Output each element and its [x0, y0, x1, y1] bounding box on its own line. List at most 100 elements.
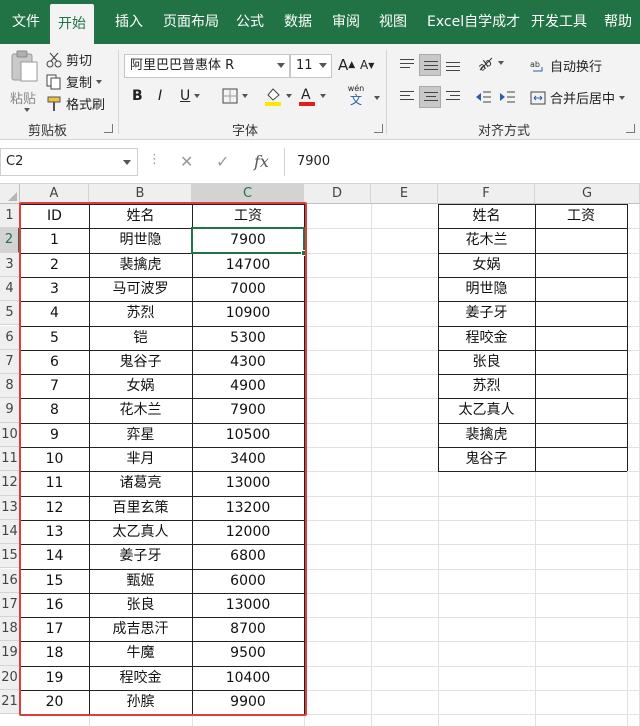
name-box[interactable]: C2 [0, 148, 138, 176]
lookup-name-cell[interactable]: 女娲 [438, 253, 535, 277]
font-size-combo[interactable]: 11 [290, 54, 332, 78]
lookup-name-cell[interactable]: 明世隐 [438, 277, 535, 301]
lookup-salary-cell[interactable] [535, 374, 627, 398]
align-bottom-button[interactable] [442, 54, 464, 76]
align-left-button[interactable] [396, 86, 418, 108]
lookup-name-cell[interactable]: 姜子牙 [438, 301, 535, 325]
merge-center-button[interactable]: 合并后居中 [530, 88, 626, 107]
lookup-name-cell[interactable]: 苏烈 [438, 374, 535, 398]
row-header-20[interactable]: 20 [0, 665, 20, 690]
phonetic-dropdown-icon[interactable] [374, 96, 380, 100]
underline-button[interactable]: U [180, 88, 201, 104]
more-options-icon[interactable]: ⋮ [148, 152, 161, 167]
tab-5[interactable]: 数据 [284, 0, 312, 44]
lookup-salary-cell[interactable] [535, 326, 627, 350]
row-header-8[interactable]: 8 [0, 374, 20, 399]
lookup-name-cell[interactable]: 太乙真人 [438, 398, 535, 422]
tab-0[interactable]: 文件 [12, 0, 40, 44]
increase-font-button[interactable]: A ▲ [338, 56, 355, 74]
lookup-name-cell[interactable]: 张良 [438, 350, 535, 374]
tab-9[interactable]: 开发工具 [531, 0, 587, 44]
row-header-12[interactable]: 12 [0, 471, 20, 496]
row-header-3[interactable]: 3 [0, 252, 20, 277]
lookup-name-cell[interactable]: 花木兰 [438, 228, 535, 252]
font-launcher-icon[interactable] [374, 124, 383, 133]
align-center-button[interactable] [419, 86, 441, 108]
row-header-15[interactable]: 15 [0, 544, 20, 569]
row-header-21[interactable]: 21 [0, 690, 20, 715]
lookup-salary-cell[interactable] [535, 398, 627, 422]
column-header-f[interactable]: F [438, 184, 535, 204]
column-header-c[interactable]: C [192, 184, 304, 204]
font-color-button[interactable]: A [298, 86, 326, 106]
alignment-launcher-icon[interactable] [626, 124, 635, 133]
fill-color-button[interactable] [264, 86, 292, 106]
copy-dropdown-icon[interactable] [96, 79, 103, 84]
wrap-text-button[interactable]: ab 自动换行 [530, 56, 602, 76]
clipboard-launcher-icon[interactable] [104, 124, 113, 133]
format-painter-button[interactable]: 格式刷 [46, 94, 105, 113]
insert-function-icon[interactable]: fx [254, 152, 269, 171]
align-top-button[interactable] [396, 54, 418, 76]
cancel-icon[interactable]: ✕ [180, 152, 193, 171]
row-header-6[interactable]: 6 [0, 325, 20, 350]
font-name-combo[interactable]: 阿里巴巴普惠体 R [124, 54, 290, 78]
paste-button[interactable]: 粘贴 [6, 50, 42, 116]
phonetic-button[interactable]: wén 文 [344, 84, 368, 110]
italic-button[interactable]: I [158, 88, 162, 104]
row-header-17[interactable]: 17 [0, 592, 20, 618]
row-header-13[interactable]: 13 [0, 495, 20, 520]
lookup-salary-cell[interactable] [535, 350, 627, 374]
decrease-font-button[interactable]: A ▼ [360, 58, 374, 72]
increase-indent-button[interactable] [496, 86, 518, 108]
row-header-10[interactable]: 10 [0, 422, 20, 447]
tab-7[interactable]: 视图 [379, 0, 407, 44]
paste-dropdown-icon[interactable] [24, 108, 30, 112]
row-header-1[interactable]: 1 [0, 204, 20, 229]
row-header-18[interactable]: 18 [0, 617, 20, 642]
row-header-4[interactable]: 4 [0, 276, 20, 302]
lookup-salary-cell[interactable] [535, 228, 627, 252]
tab-4[interactable]: 公式 [236, 0, 264, 44]
formula-input[interactable]: 7900 [284, 148, 640, 176]
tab-10[interactable]: 帮助 [604, 0, 632, 44]
tab-1[interactable]: 开始 [50, 4, 94, 44]
borders-button[interactable] [222, 88, 248, 104]
select-all-button[interactable] [0, 184, 20, 204]
tab-8[interactable]: Excel自学成才 [427, 0, 520, 44]
lookup-salary-cell[interactable] [535, 447, 627, 471]
column-header-b[interactable]: B [89, 184, 192, 204]
orientation-button[interactable]: ab [476, 54, 504, 72]
lookup-name-cell[interactable]: 程咬金 [438, 326, 535, 350]
row-header-11[interactable]: 11 [0, 447, 20, 472]
row-header-7[interactable]: 7 [0, 349, 20, 375]
row-header-14[interactable]: 14 [0, 519, 20, 545]
lookup-salary-cell[interactable] [535, 253, 627, 277]
column-header-a[interactable]: A [20, 184, 89, 204]
bold-button[interactable]: B [132, 88, 143, 104]
decrease-indent-button[interactable] [472, 86, 494, 108]
worksheet-grid[interactable]: A B C D E F G 1 2 3 4 5 6 7 8 9 10 11 12 13 14 15 16 17 18 19 20 21… [0, 184, 640, 726]
lookup-salary-cell[interactable] [535, 423, 627, 447]
lookup-header-cell[interactable]: 姓名 [438, 204, 535, 228]
row-header-16[interactable]: 16 [0, 568, 20, 593]
align-middle-button[interactable] [419, 54, 441, 76]
lookup-salary-cell[interactable] [535, 277, 627, 301]
lookup-name-cell[interactable]: 裴擒虎 [438, 423, 535, 447]
row-header-2[interactable]: 2 [0, 228, 20, 253]
copy-button[interactable]: 复制 [46, 72, 103, 91]
row-header-19[interactable]: 19 [0, 641, 20, 666]
row-header-5[interactable]: 5 [0, 301, 20, 326]
column-header-e[interactable]: E [371, 184, 438, 204]
enter-icon[interactable]: ✓ [216, 152, 229, 171]
lookup-salary-cell[interactable] [535, 301, 627, 325]
column-header-d[interactable]: D [304, 184, 371, 204]
tab-6[interactable]: 审阅 [332, 0, 360, 44]
lookup-name-cell[interactable]: 鬼谷子 [438, 447, 535, 471]
align-right-button[interactable] [442, 86, 464, 108]
tab-3[interactable]: 页面布局 [163, 0, 219, 44]
lookup-header-cell[interactable]: 工资 [535, 204, 627, 228]
row-header-9[interactable]: 9 [0, 398, 20, 423]
tab-2[interactable]: 插入 [115, 0, 143, 44]
column-header-g[interactable]: G [535, 184, 640, 204]
